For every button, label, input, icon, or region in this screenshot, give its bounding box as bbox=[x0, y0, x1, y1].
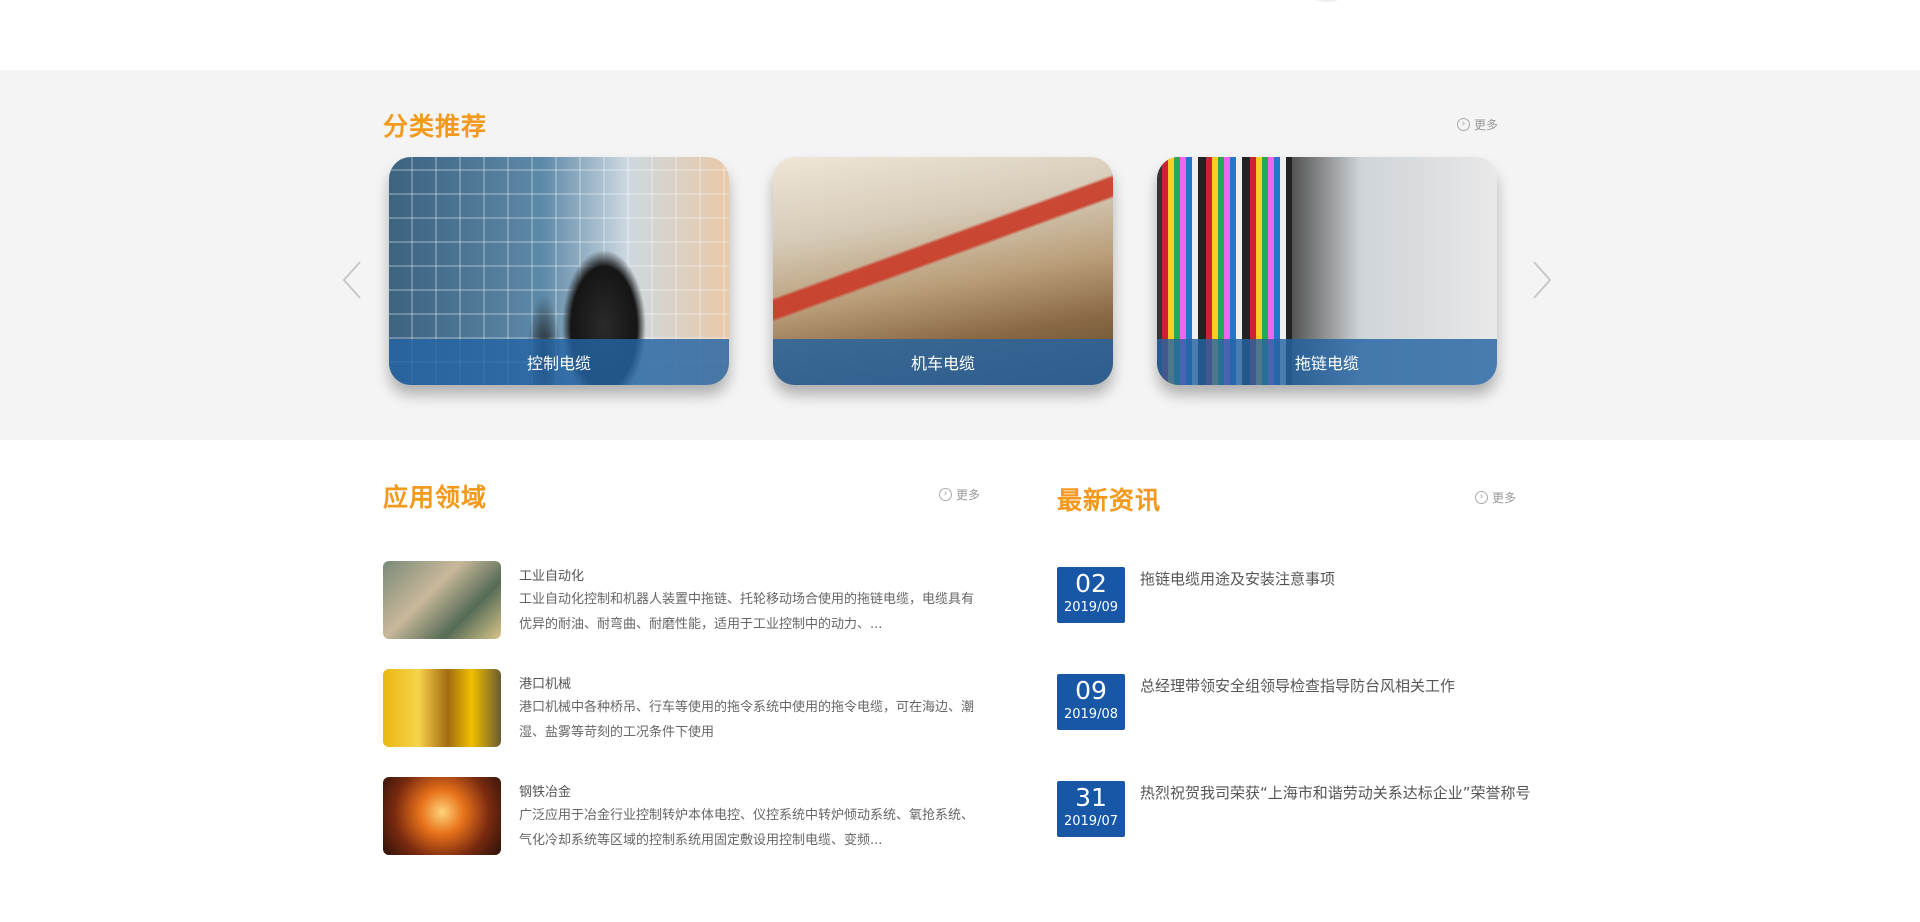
news-year-month: 2019/07 bbox=[1063, 814, 1118, 829]
category-card-caption: 机车电缆 bbox=[773, 339, 1113, 385]
category-card-control-cable[interactable]: 控制电缆 bbox=[389, 157, 729, 385]
application-item-port-machinery[interactable]: 港口机械 港口机械中各种桥吊、行车等使用的拖令系统中使用的拖令电缆，可在海边、潮… bbox=[383, 669, 983, 749]
application-item-desc: 工业自动化控制和机器人装置中拖链、托轮移动场合使用的拖链电缆，电缆具有优异的耐油… bbox=[519, 592, 975, 632]
news-date-badge: 09 2019/08 bbox=[1057, 674, 1125, 730]
news-day: 02 bbox=[1075, 569, 1107, 598]
news-date-badge: 31 2019/07 bbox=[1057, 781, 1125, 837]
news-year-month: 2019/09 bbox=[1063, 600, 1118, 615]
category-more-label: 更多 bbox=[1474, 118, 1499, 132]
application-item-steel-metallurgy[interactable]: 钢铁冶金 广泛应用于冶金行业控制转炉本体电控、仪控系统中转炉倾动系统、氧抢系统、… bbox=[383, 777, 983, 857]
news-title-link[interactable]: 拖链电缆用途及安装注意事项 bbox=[1140, 567, 1540, 592]
chevron-right-icon: › bbox=[939, 488, 952, 501]
top-band bbox=[0, 0, 1920, 70]
category-section-title: 分类推荐 bbox=[383, 112, 488, 141]
chevron-right-icon: › bbox=[1475, 491, 1488, 504]
news-item[interactable]: 09 2019/08 总经理带领安全组领导检查指导防台风相关工作 bbox=[1057, 674, 1537, 736]
category-card-locomotive-cable[interactable]: 机车电缆 bbox=[773, 157, 1113, 385]
application-thumbnail bbox=[383, 669, 501, 747]
category-card-drag-chain-cable[interactable]: 拖链电缆 bbox=[1157, 157, 1497, 385]
category-card-caption: 控制电缆 bbox=[389, 339, 729, 385]
news-day: 31 bbox=[1075, 783, 1107, 812]
news-item[interactable]: 02 2019/09 拖链电缆用途及安装注意事项 bbox=[1057, 567, 1537, 629]
news-section-title: 最新资讯 bbox=[1057, 486, 1162, 515]
application-item-desc: 港口机械中各种桥吊、行车等使用的拖令系统中使用的拖令电缆，可在海边、潮湿、盐雾等… bbox=[519, 700, 975, 740]
application-item-industrial-automation[interactable]: 工业自动化 工业自动化控制和机器人装置中拖链、托轮移动场合使用的拖链电缆，电缆具… bbox=[383, 561, 983, 641]
category-card-caption: 拖链电缆 bbox=[1157, 339, 1497, 385]
application-section-title: 应用领域 bbox=[383, 483, 488, 512]
news-item[interactable]: 31 2019/07 热烈祝贺我司荣获“上海市和谐劳动关系达标企业”荣誉称号 bbox=[1057, 781, 1537, 843]
news-year-month: 2019/08 bbox=[1063, 707, 1118, 722]
application-thumbnail bbox=[383, 777, 501, 855]
application-item-title: 港口机械 bbox=[519, 677, 572, 692]
decorative-ring bbox=[1312, 0, 1342, 2]
news-date-badge: 02 2019/09 bbox=[1057, 567, 1125, 623]
news-day: 09 bbox=[1075, 676, 1107, 705]
chevron-left-icon bbox=[342, 261, 361, 299]
carousel-next-arrow[interactable] bbox=[1530, 258, 1554, 302]
application-more-label: 更多 bbox=[956, 488, 981, 502]
news-title-link[interactable]: 热烈祝贺我司荣获“上海市和谐劳动关系达标企业”荣誉称号 bbox=[1140, 781, 1540, 806]
application-item-title: 钢铁冶金 bbox=[519, 785, 572, 800]
news-more-label: 更多 bbox=[1492, 491, 1517, 505]
carousel-prev-arrow[interactable] bbox=[340, 258, 364, 302]
application-item-desc: 广泛应用于冶金行业控制转炉本体电控、仪控系统中转炉倾动系统、氧抢系统、气化冷却系… bbox=[519, 808, 975, 848]
chevron-right-icon: › bbox=[1457, 118, 1470, 131]
category-more-link[interactable]: › 更多 bbox=[1457, 116, 1498, 133]
news-title-link[interactable]: 总经理带领安全组领导检查指导防台风相关工作 bbox=[1140, 674, 1540, 699]
news-more-link[interactable]: › 更多 bbox=[1475, 489, 1516, 506]
application-more-link[interactable]: › 更多 bbox=[939, 486, 980, 503]
application-item-title: 工业自动化 bbox=[519, 569, 585, 584]
application-thumbnail bbox=[383, 561, 501, 639]
chevron-right-icon bbox=[1533, 261, 1552, 299]
